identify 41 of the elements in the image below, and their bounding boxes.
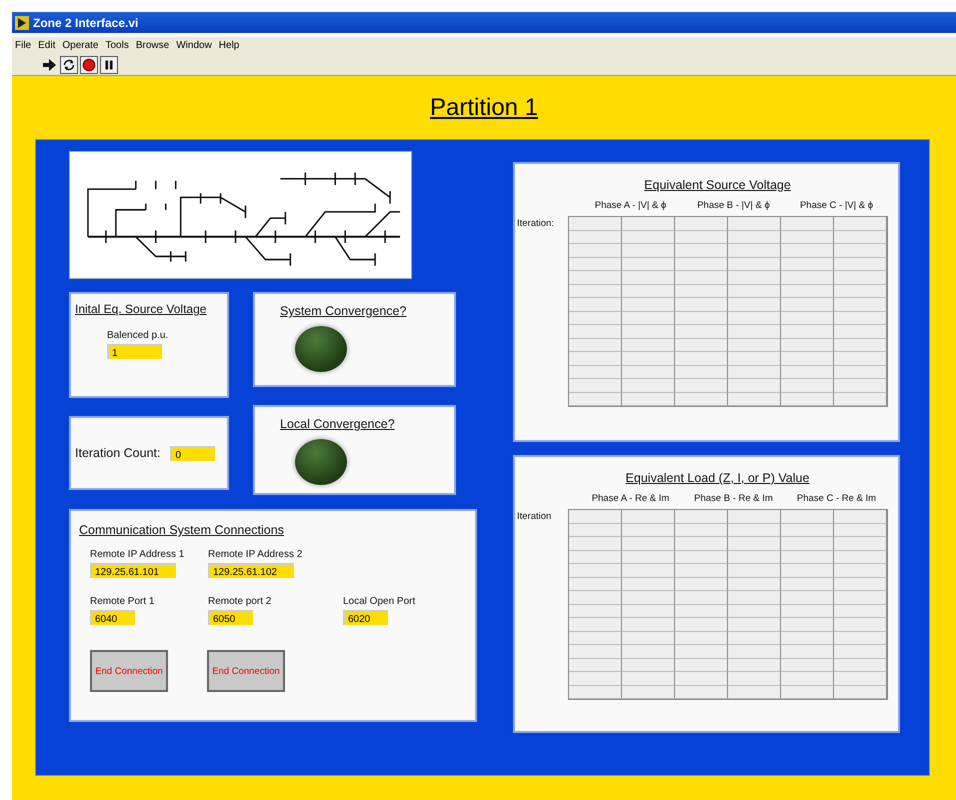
section-title: System Convergence?: [280, 304, 406, 318]
field-label: Local Open Port: [343, 596, 416, 607]
column-header: Phase C - Re & Im: [796, 493, 878, 504]
table-title: Equivalent Load (Z, I, or P) Value: [626, 471, 810, 485]
row-label: Iteration: [517, 510, 552, 524]
menu-item[interactable]: Browse: [136, 40, 170, 51]
column-header: Phase B - |V| & ϕ: [696, 200, 771, 211]
input-field[interactable]: 129.25.61.102: [208, 563, 294, 578]
app-icon: [15, 16, 29, 30]
field-label: Remote Port 1: [90, 596, 156, 607]
menu-item[interactable]: Tools: [106, 40, 129, 51]
table-title: Equivalent Source Voltage: [644, 178, 791, 192]
menu-item[interactable]: File: [15, 40, 32, 51]
column-header: Phase B - Re & Im: [693, 493, 774, 504]
stop-icon[interactable]: [80, 56, 98, 74]
field-label: Iteration Count:: [75, 446, 160, 460]
pause-icon[interactable]: [100, 56, 118, 74]
input-field[interactable]: 129.25.61.101: [90, 563, 176, 578]
row-label: Iteration:: [517, 217, 555, 231]
input-field[interactable]: 1: [107, 344, 162, 359]
panel-heading: Partition 1: [430, 94, 538, 122]
field-label: Balenced p.u.: [107, 330, 170, 341]
column-header: Phase A - Re & Im: [590, 493, 670, 504]
field-label: Remote IP Address 2: [208, 549, 304, 560]
input-field[interactable]: 6020: [343, 610, 388, 625]
section-title: Communication System Connections: [79, 523, 285, 537]
input-field[interactable]: 6050: [208, 610, 253, 625]
count-field: 0: [170, 446, 216, 460]
section-title: Local Convergence?: [280, 417, 395, 431]
window-title: Zone 2 Interface.vi: [33, 16, 138, 30]
field-label: Remote IP Address 1: [90, 549, 186, 560]
menu-item[interactable]: Window: [176, 40, 212, 51]
menu-item[interactable]: Help: [218, 40, 240, 51]
column-header: Phase A - |V| & ϕ: [594, 200, 668, 211]
input-field[interactable]: 6040: [90, 610, 135, 625]
menu-item[interactable]: Edit: [38, 40, 56, 51]
column-header: Phase C - |V| & ϕ: [798, 200, 874, 211]
menu-item[interactable]: Operate: [62, 40, 98, 51]
cycle-arrows-icon[interactable]: [60, 56, 78, 74]
field-label: Remote port 2: [208, 596, 272, 607]
section-title: Inital Eq. Source Voltage: [75, 302, 208, 316]
